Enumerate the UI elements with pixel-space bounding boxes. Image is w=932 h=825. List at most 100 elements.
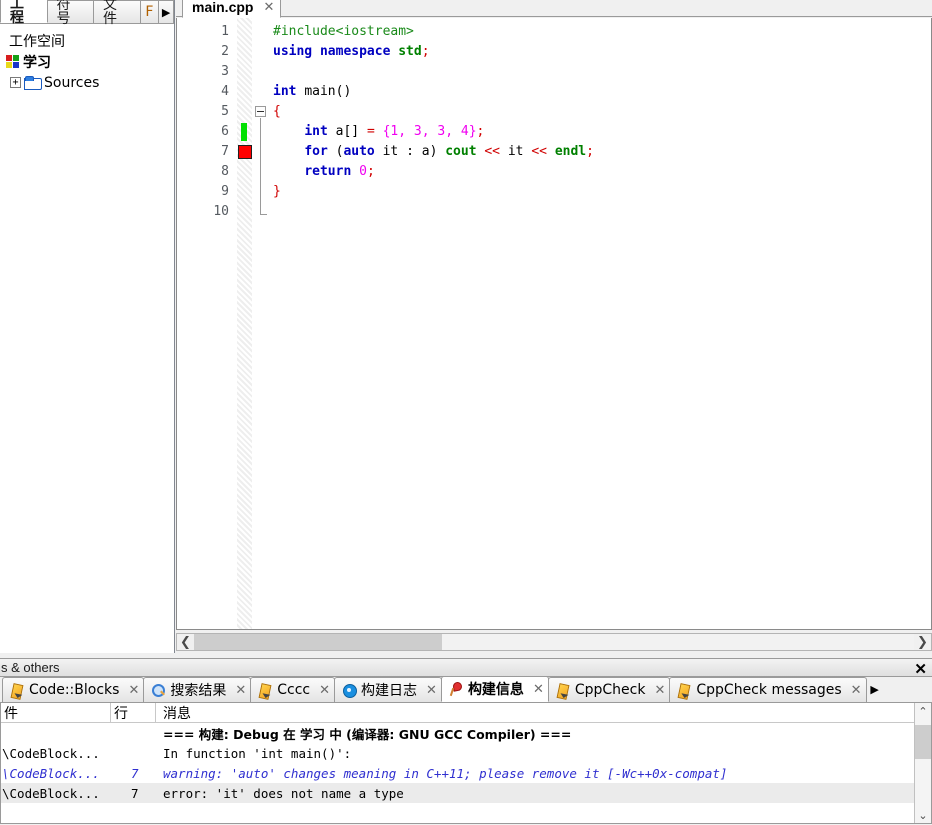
build-messages-grid[interactable]: 件 行 消息 === 构建: Debug 在 学习 中 (编译器: GNU GC… (0, 703, 932, 824)
message-text: warning: 'auto' changes meaning in C++11… (163, 765, 728, 781)
logs-tab-3[interactable]: 构建日志 ✕ (334, 677, 442, 702)
tab-projects[interactable]: 工程 (0, 0, 48, 25)
logs-tab-label: 构建信息 (467, 682, 524, 698)
code-line[interactable]: using namespace std; (271, 42, 931, 62)
close-icon[interactable]: ✕ (263, 0, 274, 15)
logs-tab-4[interactable]: 构建信息 ✕ (440, 677, 549, 702)
message-text: error: 'it' does not name a type (163, 785, 404, 801)
message-file: \CodeBlock... (2, 765, 100, 781)
code-text[interactable]: #include<iostream> using namespace std; i… (271, 18, 931, 629)
message-line (111, 743, 156, 763)
message-text: In function 'int main()': (163, 745, 352, 761)
logs-tab-scroll-right-icon[interactable]: ▶ (868, 683, 882, 696)
fold-collapse-icon[interactable] (255, 106, 266, 117)
messages-vertical-scrollbar[interactable]: ⌃ ⌄ (914, 703, 931, 823)
close-icon[interactable]: ✕ (851, 683, 862, 698)
logs-tab-label: 搜索结果 (170, 683, 227, 699)
marker-margin[interactable] (237, 18, 253, 629)
codeblocks-window: 工程 符号 文件 F ▶ 工作空间 学习 + Sources main.cpp … (0, 0, 932, 825)
code-line[interactable]: #include<iostream> (271, 22, 931, 42)
line-number: 9 (221, 184, 229, 199)
editor-tabbar: main.cpp ✕ (176, 0, 932, 18)
pencil-icon (677, 683, 692, 698)
line-number: 4 (221, 84, 229, 99)
scroll-left-icon[interactable]: ❮ (177, 634, 194, 650)
folder-icon (24, 76, 42, 90)
code-line[interactable]: int a[] = {1, 3, 3, 4}; (271, 122, 931, 142)
logs-panel: s & others ✕ Code::Blocks ✕ 搜索结果 ✕ Cccc ✕ 构建日志… (0, 658, 932, 825)
management-panel: 工程 符号 文件 F ▶ 工作空间 学习 + Sources (0, 0, 175, 653)
code-line[interactable]: int main() (271, 82, 931, 102)
column-header-message[interactable]: 消息 (156, 703, 931, 722)
sources-label: Sources (44, 74, 100, 91)
tree-item-sources[interactable]: + Sources (4, 72, 174, 93)
close-icon[interactable]: ✕ (533, 682, 544, 697)
column-header-line[interactable]: 行 (111, 703, 156, 722)
scroll-right-icon[interactable]: ❯ (914, 634, 931, 650)
close-icon[interactable]: ✕ (914, 659, 927, 678)
changed-line-marker (241, 123, 247, 141)
code-line[interactable]: for (auto it : a) cout << it << endl; (271, 142, 931, 162)
scroll-down-icon[interactable]: ⌄ (915, 807, 931, 823)
message-row[interactable]: \CodeBlock... In function 'int main()': (1, 743, 931, 763)
message-file (1, 723, 111, 743)
code-line[interactable]: { (271, 102, 931, 122)
code-line[interactable]: } (271, 182, 931, 202)
logs-tabbar: Code::Blocks ✕ 搜索结果 ✕ Cccc ✕ 构建日志 ✕ 构建信息 ✕ CppChec… (0, 677, 932, 703)
code-editor[interactable]: 1 2 3 4 5 6 7 8 9 10 #include<iostream> using name… (176, 18, 932, 630)
logs-tab-label: Code::Blocks (29, 682, 120, 698)
workspace-label: 工作空间 (9, 33, 65, 50)
line-number-gutter: 1 2 3 4 5 6 7 8 9 10 (177, 18, 237, 629)
code-line[interactable] (271, 202, 931, 222)
project-label: 学习 (23, 54, 51, 71)
project-tree: 工作空间 学习 + Sources (0, 24, 174, 93)
project-icon (6, 54, 20, 69)
hscroll-track[interactable] (194, 634, 914, 650)
message-row[interactable]: \CodeBlock... 7 error: 'it' does not name … (1, 783, 931, 803)
message-file: \CodeBlock... (2, 785, 100, 801)
message-row[interactable]: \CodeBlock... 7 warning: 'auto' changes me… (1, 763, 931, 783)
tree-item-project[interactable]: 学习 (4, 51, 174, 72)
tree-item-workspace[interactable]: 工作空间 (4, 30, 174, 51)
line-number: 7 (221, 144, 229, 159)
close-icon[interactable]: ✕ (128, 683, 139, 698)
gear-icon (342, 683, 358, 698)
pencil-icon (258, 683, 273, 698)
logs-panel-title: s & others (1, 660, 60, 675)
vscroll-thumb[interactable] (915, 725, 931, 759)
management-tabbar: 工程 符号 文件 F ▶ (0, 0, 174, 26)
close-icon[interactable]: ✕ (235, 683, 246, 698)
editor-tab-main-cpp[interactable]: main.cpp ✕ (182, 0, 282, 18)
breakpoint-marker[interactable] (238, 145, 252, 159)
tab-symbols[interactable]: 符号 (46, 0, 94, 26)
logs-tab-6[interactable]: CppCheck messages ✕ (669, 677, 867, 702)
tab-scroll-right-icon[interactable]: ▶ (158, 0, 174, 23)
message-line (111, 723, 156, 743)
magnify-icon (151, 683, 166, 698)
close-icon[interactable]: ✕ (426, 683, 437, 698)
column-header-file[interactable]: 件 (1, 703, 111, 722)
pencil-icon (10, 683, 25, 698)
message-text: === 构建: Debug 在 学习 中 (编译器: GNU GCC Compi… (163, 726, 572, 742)
code-line[interactable] (271, 62, 931, 82)
close-icon[interactable]: ✕ (319, 683, 330, 698)
editor-horizontal-scrollbar[interactable]: ❮ ❯ (176, 633, 932, 651)
logs-tab-5[interactable]: CppCheck ✕ (547, 677, 671, 702)
logs-panel-titlebar: s & others ✕ (0, 658, 932, 678)
scroll-up-icon[interactable]: ⌃ (915, 703, 931, 720)
line-number: 1 (221, 24, 229, 39)
expand-plus-icon[interactable]: + (10, 77, 21, 88)
message-row[interactable]: === 构建: Debug 在 学习 中 (编译器: GNU GCC Compi… (1, 723, 931, 743)
tab-files[interactable]: 文件 (93, 0, 141, 26)
code-line[interactable]: return 0; (271, 162, 931, 182)
hscroll-thumb[interactable] (194, 634, 442, 650)
logs-tab-label: Cccc (277, 682, 311, 698)
logs-tab-2[interactable]: Cccc ✕ (250, 677, 336, 702)
logs-tab-0[interactable]: Code::Blocks ✕ (2, 677, 145, 702)
tab-fsymbols[interactable]: F (139, 0, 160, 23)
close-icon[interactable]: ✕ (654, 683, 665, 698)
line-number: 5 (221, 104, 229, 119)
logs-tab-1[interactable]: 搜索结果 ✕ (143, 677, 252, 702)
line-number: 6 (221, 124, 229, 139)
fold-margin[interactable] (253, 18, 271, 629)
